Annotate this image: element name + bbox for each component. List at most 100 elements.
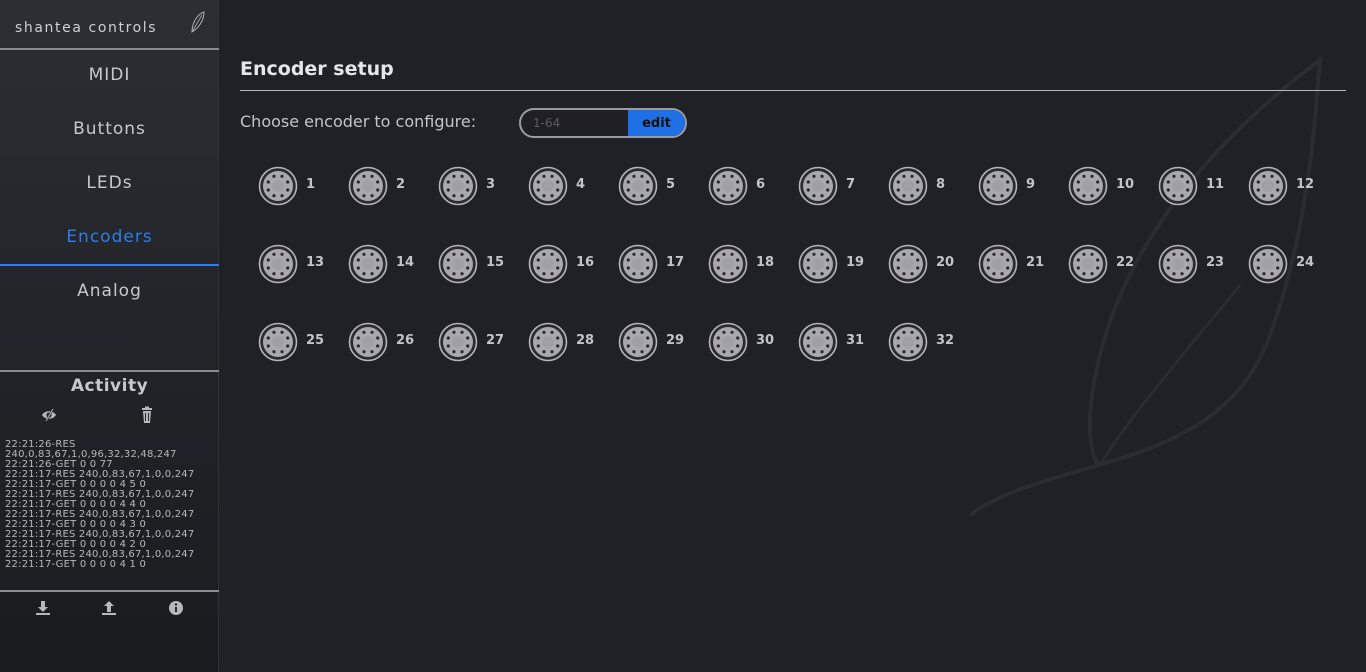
info-icon[interactable]	[168, 600, 184, 616]
encoder-number: 21	[1026, 255, 1045, 270]
activity-log: 22:21:26-RES 240,0,83,67,1,0,96,32,32,48,…	[5, 440, 215, 570]
encoder-number: 27	[486, 333, 505, 348]
encoder-knob-icon	[258, 322, 298, 362]
encoder-31[interactable]: 31	[798, 322, 878, 362]
encoder-knob-icon	[1068, 166, 1108, 206]
encoder-knob-icon	[258, 244, 298, 284]
encoder-23[interactable]: 23	[1158, 244, 1238, 284]
sidebar-footer	[0, 590, 219, 672]
encoder-28[interactable]: 28	[528, 322, 608, 362]
encoder-15[interactable]: 15	[438, 244, 518, 284]
encoder-8[interactable]: 8	[888, 166, 968, 206]
encoder-4[interactable]: 4	[528, 166, 608, 206]
log-line: 22:21:17-GET 0 0 0 0 4 3 0	[5, 520, 147, 530]
app: shantea controls MIDI Buttons LEDs Encod…	[0, 0, 1366, 672]
encoder-knob-icon	[1158, 244, 1198, 284]
encoder-number: 7	[846, 177, 856, 192]
log-line: 240,0,83,67,1,0,96,32,32,48,247	[5, 450, 177, 460]
encoder-knob-icon	[528, 322, 568, 362]
logo: shantea controls	[0, 0, 219, 50]
encoder-13[interactable]: 13	[258, 244, 338, 284]
encoder-number: 14	[396, 255, 415, 270]
log-line: 22:21:17-RES 240,0,83,67,1,0,0,247	[5, 550, 195, 560]
trash-icon[interactable]	[138, 406, 156, 424]
encoder-2[interactable]: 2	[348, 166, 428, 206]
encoder-30[interactable]: 30	[708, 322, 788, 362]
log-line: 22:21:17-RES 240,0,83,67,1,0,0,247	[5, 510, 195, 520]
encoder-25[interactable]: 25	[258, 322, 338, 362]
encoder-number: 19	[846, 255, 865, 270]
encoder-number: 8	[936, 177, 946, 192]
encoder-knob-icon	[438, 244, 478, 284]
log-line: 22:21:17-RES 240,0,83,67,1,0,0,247	[5, 530, 195, 540]
encoder-knob-icon	[978, 166, 1018, 206]
encoder-number: 16	[576, 255, 595, 270]
nav-item-leds[interactable]: LEDs	[0, 158, 219, 212]
encoder-knob-icon	[888, 322, 928, 362]
encoder-5[interactable]: 5	[618, 166, 698, 206]
eye-slash-icon[interactable]	[40, 406, 58, 424]
encoder-21[interactable]: 21	[978, 244, 1058, 284]
encoder-24[interactable]: 24	[1248, 244, 1328, 284]
log-line: 22:21:17-RES 240,0,83,67,1,0,0,247	[5, 490, 195, 500]
encoder-knob-icon	[798, 166, 838, 206]
encoder-11[interactable]: 11	[1158, 166, 1238, 206]
nav-item-encoders[interactable]: Encoders	[0, 212, 219, 266]
encoder-number: 23	[1206, 255, 1225, 270]
encoder-number: 1	[306, 177, 316, 192]
encoder-3[interactable]: 3	[438, 166, 518, 206]
sidebar-nav: MIDI Buttons LEDs Encoders Analog	[0, 50, 219, 320]
encoder-17[interactable]: 17	[618, 244, 698, 284]
encoder-7[interactable]: 7	[798, 166, 878, 206]
encoder-knob-icon	[528, 244, 568, 284]
encoder-number: 25	[306, 333, 325, 348]
encoder-number: 24	[1296, 255, 1315, 270]
encoder-1[interactable]: 1	[258, 166, 338, 206]
encoder-14[interactable]: 14	[348, 244, 428, 284]
activity-panel: Activity 22:21:26-RES 240,0,83,67,1,0,96,…	[0, 370, 219, 592]
encoder-19[interactable]: 19	[798, 244, 878, 284]
encoder-26[interactable]: 26	[348, 322, 428, 362]
encoder-knob-icon	[438, 166, 478, 206]
encoder-number: 9	[1026, 177, 1036, 192]
encoder-number: 13	[306, 255, 325, 270]
encoder-number: 26	[396, 333, 415, 348]
title-divider	[240, 90, 1346, 91]
encoder-knob-icon	[618, 322, 658, 362]
encoder-29[interactable]: 29	[618, 322, 698, 362]
encoder-18[interactable]: 18	[708, 244, 788, 284]
activity-title: Activity	[70, 376, 149, 396]
encoder-number: 11	[1206, 177, 1225, 192]
encoder-number: 5	[666, 177, 676, 192]
encoder-16[interactable]: 16	[528, 244, 608, 284]
edit-button[interactable]: edit	[628, 110, 685, 136]
nav-item-buttons[interactable]: Buttons	[0, 104, 219, 158]
encoder-10[interactable]: 10	[1068, 166, 1148, 206]
page-title: Encoder setup	[240, 58, 394, 80]
log-line: 22:21:17-GET 0 0 0 0 4 4 0	[5, 500, 147, 510]
encoder-number: 20	[936, 255, 955, 270]
encoder-knob-icon	[1068, 244, 1108, 284]
encoder-knob-icon	[348, 244, 388, 284]
encoder-knob-icon	[258, 166, 298, 206]
upload-icon[interactable]	[101, 600, 117, 616]
encoder-9[interactable]: 9	[978, 166, 1058, 206]
download-icon[interactable]	[35, 600, 51, 616]
log-line: 22:21:17-GET 0 0 0 0 4 5 0	[5, 480, 147, 490]
encoder-number: 10	[1116, 177, 1135, 192]
log-line: 22:21:17-GET 0 0 0 0 4 2 0	[5, 540, 147, 550]
nav-item-analog[interactable]: Analog	[0, 266, 219, 320]
encoder-20[interactable]: 20	[888, 244, 968, 284]
encoder-12[interactable]: 12	[1248, 166, 1328, 206]
encoder-32[interactable]: 32	[888, 322, 968, 362]
encoder-knob-icon	[978, 244, 1018, 284]
main-content: Encoder setup Choose encoder to configur…	[220, 0, 1366, 672]
sidebar: shantea controls MIDI Buttons LEDs Encod…	[0, 0, 219, 672]
encoder-22[interactable]: 22	[1068, 244, 1148, 284]
nav-item-midi[interactable]: MIDI	[0, 50, 219, 104]
log-line: 22:21:17-GET 0 0 0 0 4 1 0	[5, 560, 147, 570]
encoder-27[interactable]: 27	[438, 322, 518, 362]
encoder-number-input[interactable]	[521, 110, 629, 136]
encoder-number: 6	[756, 177, 766, 192]
encoder-6[interactable]: 6	[708, 166, 788, 206]
